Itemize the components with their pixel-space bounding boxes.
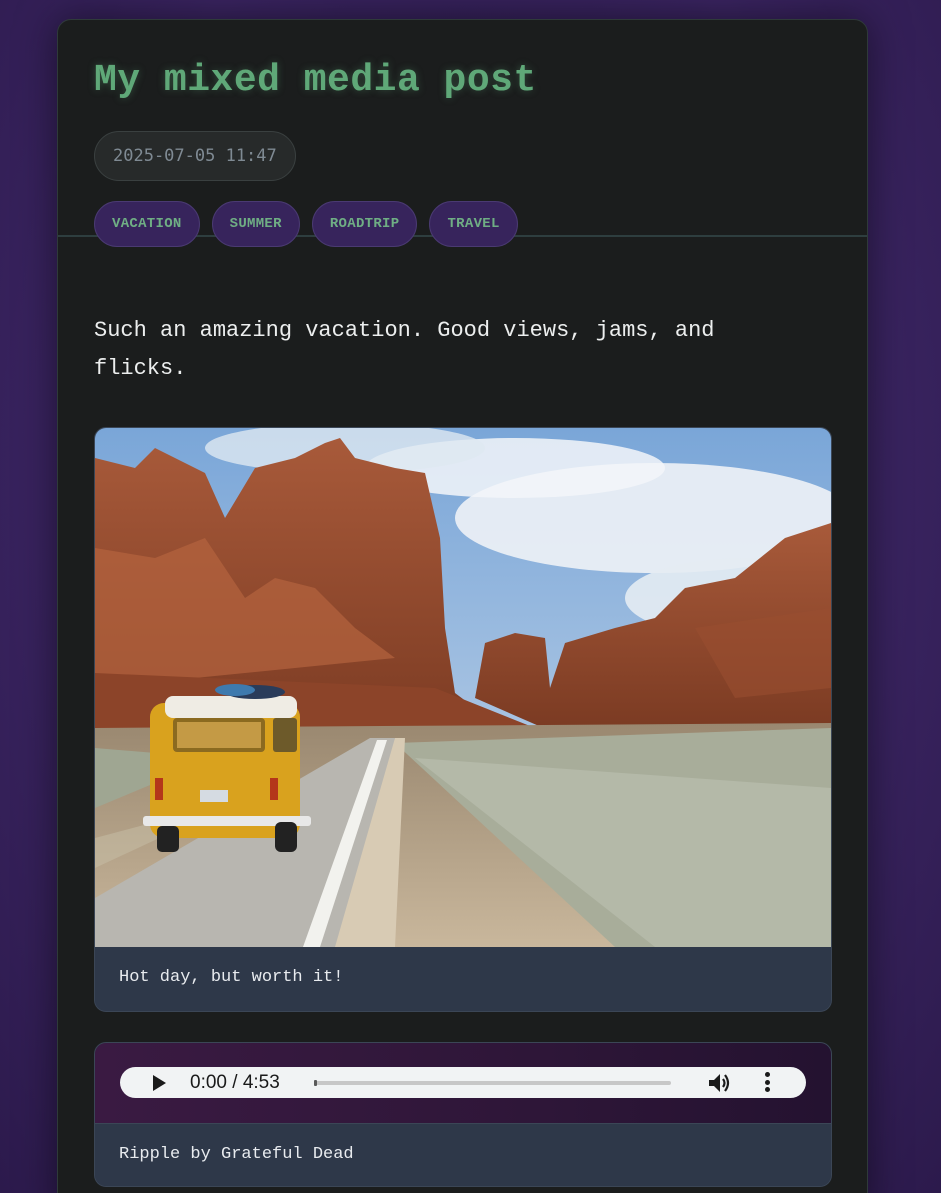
audio-progress-thumb[interactable] xyxy=(314,1080,317,1086)
tag-summer[interactable]: SUMMER xyxy=(211,201,300,247)
tag-vacation[interactable]: VACATION xyxy=(94,201,200,247)
audio-time: 0:00 / 4:53 xyxy=(190,1072,280,1093)
play-icon[interactable] xyxy=(153,1075,166,1091)
post-card: My mixed media post 2025-07-05 11:47 VAC… xyxy=(57,19,868,1193)
tag-list: VACATION SUMMER ROADTRIP TRAVEL xyxy=(94,201,518,247)
post-header: My mixed media post 2025-07-05 11:47 VAC… xyxy=(58,20,867,247)
audio-area: 0:00 / 4:53 xyxy=(95,1043,831,1124)
more-options-icon[interactable] xyxy=(764,1072,770,1094)
audio-block: 0:00 / 4:53 Ripple by Grateful Dead xyxy=(94,1042,832,1187)
audio-player[interactable]: 0:00 / 4:53 xyxy=(120,1067,806,1098)
image-caption: Hot day, but worth it! xyxy=(95,947,831,1010)
vacation-photo xyxy=(95,428,831,947)
volume-icon[interactable] xyxy=(707,1072,731,1094)
post-date: 2025-07-05 11:47 xyxy=(94,131,296,181)
post-body: Such an amazing vacation. Good views, ja… xyxy=(94,318,715,381)
tag-travel[interactable]: TRAVEL xyxy=(429,201,518,247)
image-block: Hot day, but worth it! xyxy=(94,427,832,1012)
audio-caption: Ripple by Grateful Dead xyxy=(95,1124,831,1186)
tag-roadtrip[interactable]: ROADTRIP xyxy=(311,201,418,247)
post-title: My mixed media post xyxy=(94,59,537,102)
audio-progress-bar[interactable] xyxy=(314,1080,671,1086)
